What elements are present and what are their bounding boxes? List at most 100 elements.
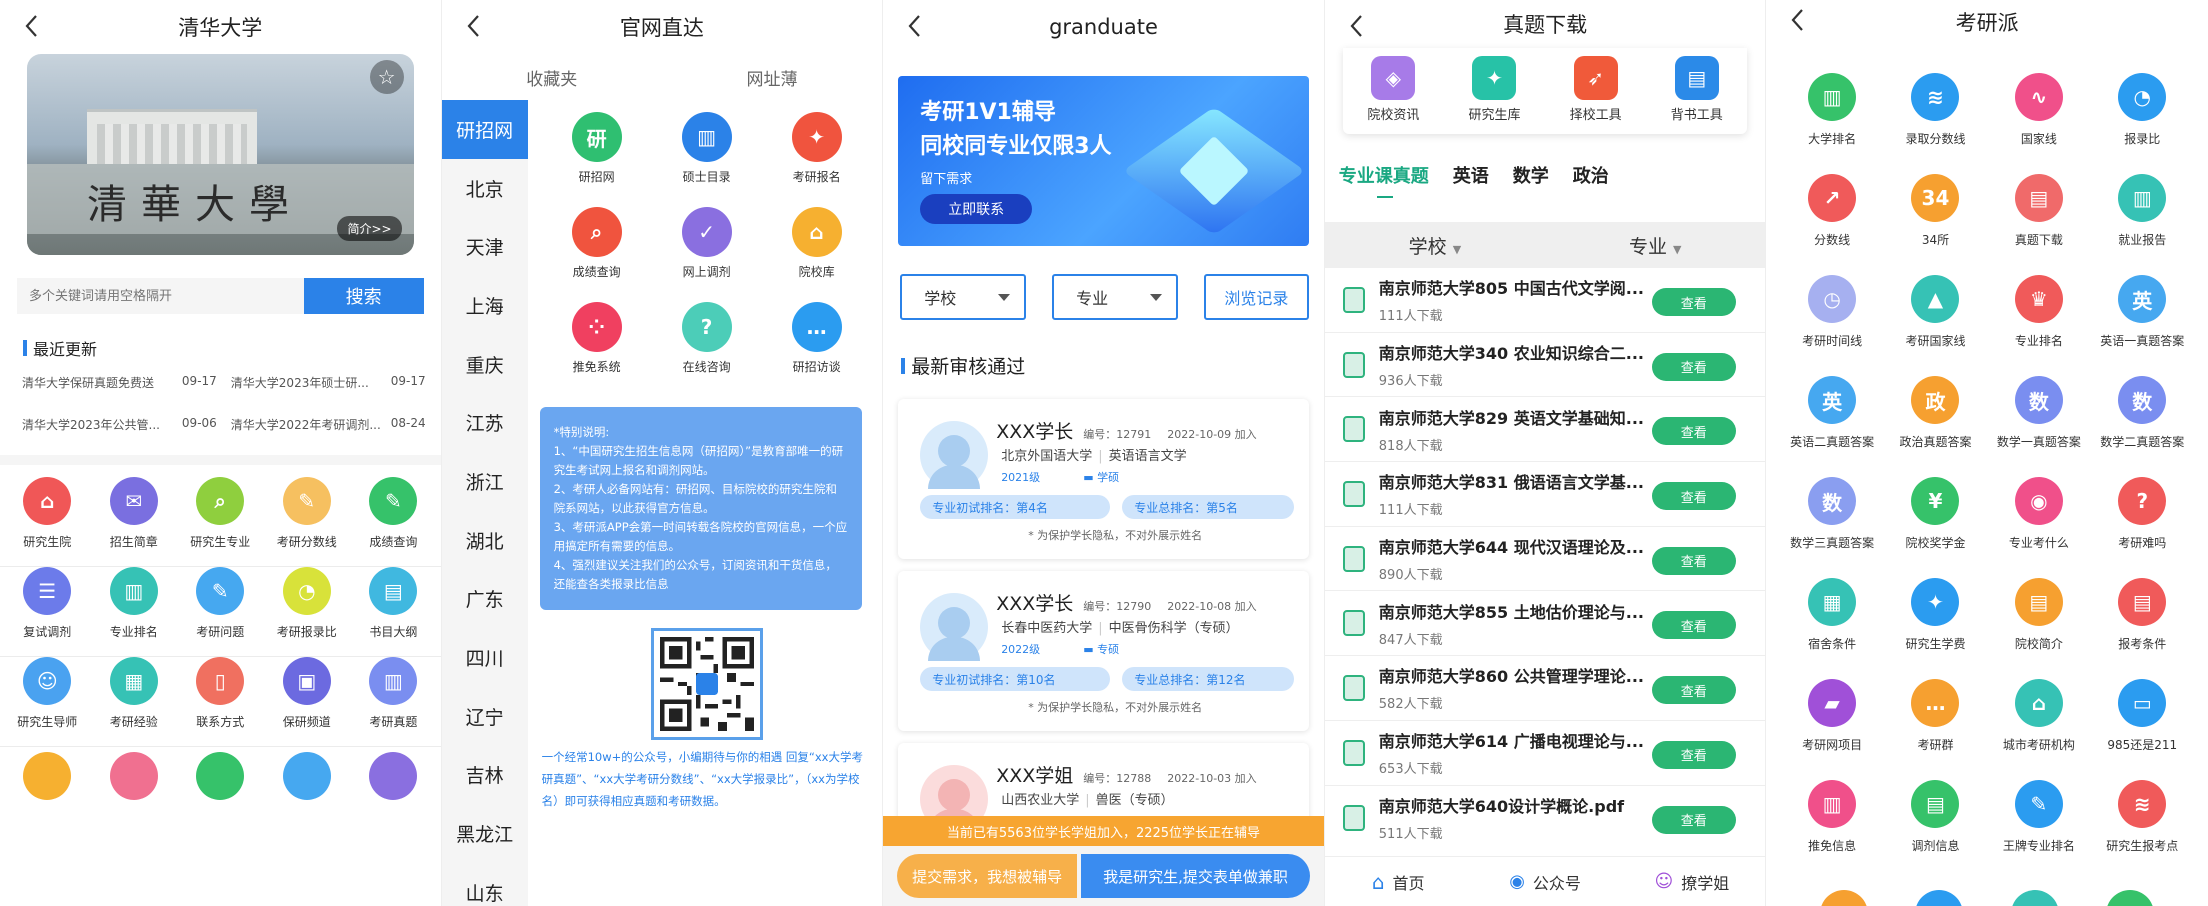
- partial-icon[interactable]: [2106, 890, 2155, 906]
- grid-item[interactable]: ▥ 专业排名: [91, 567, 178, 656]
- grid-item[interactable]: … 考研群: [1884, 679, 1987, 753]
- grid-item[interactable]: ? 在线咨询: [652, 302, 762, 375]
- back-icon[interactable]: [1786, 8, 1810, 32]
- grid-item[interactable]: [350, 752, 437, 808]
- grid-item[interactable]: ♛ 专业排名: [1987, 275, 2090, 349]
- file-row[interactable]: 南京师范大学829 英语文学基础知... 818人下载 查看: [1324, 397, 1766, 463]
- view-button[interactable]: 查看: [1651, 611, 1736, 640]
- grid-item[interactable]: ▲ 考研国家线: [1884, 275, 1987, 349]
- region-item[interactable]: 山东: [441, 862, 528, 906]
- grid-item[interactable]: ≋ 录取分数线: [1884, 73, 1987, 147]
- partial-icon[interactable]: [1915, 890, 1964, 906]
- region-item[interactable]: 黑龙江: [441, 804, 528, 863]
- file-row[interactable]: 南京师范大学644 现代汉语理论及... 890人下载 查看: [1324, 527, 1766, 592]
- grid-item[interactable]: [264, 752, 351, 808]
- contact-button[interactable]: 立即联系: [920, 194, 1033, 224]
- grid-item[interactable]: ⁘ 推免系统: [542, 302, 652, 375]
- grid-item[interactable]: ▤ 真题下载: [1987, 174, 2090, 248]
- news-item[interactable]: 清华大学2022年考研调剂... 08-24: [231, 416, 426, 433]
- tab-math[interactable]: 数学: [1513, 162, 1549, 188]
- mentor-card[interactable]: XXX学长 编号：12790 2022-10-08 加入 长春中医药大学 | 中医骨伤科学…: [898, 571, 1309, 731]
- grid-item[interactable]: ✓ 网上调剂: [652, 207, 762, 280]
- tab-favorites[interactable]: 收藏夹: [442, 65, 662, 90]
- tool-item[interactable]: ✦ 研究生库: [1468, 56, 1521, 134]
- region-item[interactable]: 浙江: [441, 452, 528, 511]
- news-item[interactable]: 清华大学2023年硕士研... 09-17: [231, 374, 426, 391]
- grad-parttime-button[interactable]: 我是研究生,提交表单做兼职: [1081, 854, 1310, 898]
- grid-item[interactable]: ▯ 联系方式: [177, 657, 264, 746]
- file-row[interactable]: 南京师范大学831 俄语语言文学基... 111人下载 查看: [1324, 462, 1766, 527]
- region-item[interactable]: 上海: [441, 276, 528, 335]
- grid-item[interactable]: 政政治真题答案: [1884, 376, 1987, 450]
- region-item[interactable]: 四川: [441, 628, 528, 687]
- promo-banner[interactable]: 考研1V1辅导 同校同专业仅限3人 留下需求 立即联系: [898, 76, 1309, 246]
- back-icon[interactable]: [903, 14, 927, 38]
- view-button[interactable]: 查看: [1651, 676, 1736, 705]
- grid-item[interactable]: ▥ 推免信息: [1780, 780, 1883, 854]
- view-button[interactable]: 查看: [1651, 546, 1736, 575]
- file-row[interactable]: 南京师范大学805 中国古代文学阅... 111人下载 查看: [1324, 268, 1766, 333]
- grid-item[interactable]: ✉ 招生简章: [91, 477, 178, 566]
- tool-item[interactable]: ◈ 院校资讯: [1367, 56, 1419, 134]
- grid-item[interactable]: ⌂ 城市考研机构: [1987, 679, 2090, 753]
- search-button[interactable]: 搜索: [303, 278, 424, 314]
- grid-item[interactable]: 数数学三真题答案: [1780, 477, 1883, 551]
- back-icon[interactable]: [462, 14, 486, 38]
- nav-senior[interactable]: ☺ 撩学姐: [1619, 870, 1766, 894]
- region-item[interactable]: 广东: [441, 569, 528, 629]
- grid-item[interactable]: ▤ 报考条件: [2091, 578, 2194, 652]
- grid-item[interactable]: ▥ 就业报告: [2091, 174, 2194, 248]
- grid-item[interactable]: ⌕ 成绩查询: [542, 207, 652, 280]
- tab-politics[interactable]: 政治: [1573, 162, 1609, 188]
- view-button[interactable]: 查看: [1651, 805, 1736, 834]
- partial-icon[interactable]: [2010, 890, 2059, 906]
- grid-item[interactable]: ¥ 院校奖学金: [1884, 477, 1987, 551]
- view-button[interactable]: 查看: [1651, 352, 1736, 381]
- region-item[interactable]: 天津: [441, 217, 528, 277]
- need-tutor-button[interactable]: 提交需求，我想被辅导: [897, 854, 1078, 898]
- partial-icon[interactable]: [1820, 890, 1869, 906]
- grid-item[interactable]: ? 考研难吗: [2091, 477, 2194, 551]
- file-row[interactable]: 南京师范大学614 广播电视理论与... 653人下载 查看: [1324, 721, 1766, 786]
- tab-english[interactable]: 英语: [1453, 162, 1489, 188]
- grid-item[interactable]: [91, 752, 178, 808]
- grid-item[interactable]: 英英语二真题答案: [1780, 376, 1883, 450]
- school-filter[interactable]: 学校 ▼: [1325, 232, 1545, 259]
- back-icon[interactable]: [1345, 14, 1369, 38]
- grid-item[interactable]: ▦ 宿舍条件: [1780, 578, 1883, 652]
- history-button[interactable]: 浏览记录: [1203, 274, 1309, 320]
- mentor-card[interactable]: XXX学长 编号：12791 2022-10-09 加入 北京外国语大学 | 英语语言文学…: [898, 399, 1309, 559]
- grid-item[interactable]: 研研招网: [542, 112, 652, 185]
- grid-item[interactable]: ✎ 考研分数线: [264, 477, 351, 566]
- region-item[interactable]: 吉林: [441, 745, 528, 805]
- nav-wechat[interactable]: ◉ 公众号: [1472, 870, 1619, 894]
- grid-item[interactable]: ⌂ 院校库: [762, 207, 872, 280]
- region-item[interactable]: 北京: [441, 158, 528, 218]
- grid-item[interactable]: ◷ 考研时间线: [1780, 275, 1883, 349]
- grid-item[interactable]: ▦ 考研经验: [91, 657, 178, 746]
- file-row[interactable]: 南京师范大学640设计学概论.pdf 511人下载 查看: [1325, 786, 1766, 851]
- intro-link[interactable]: 简介>>: [337, 216, 402, 241]
- grid-item[interactable]: ▥ 硕士目录: [652, 112, 762, 185]
- grid-item[interactable]: ✦ 研究生学费: [1884, 578, 1987, 652]
- region-item[interactable]: 研招网: [441, 100, 528, 159]
- tab-major-exam[interactable]: 专业课真题: [1339, 162, 1429, 188]
- view-button[interactable]: 查看: [1651, 417, 1736, 446]
- region-item[interactable]: 湖北: [441, 510, 528, 570]
- grid-item[interactable]: ▰ 考研网项目: [1780, 679, 1883, 753]
- back-icon[interactable]: [20, 14, 44, 38]
- grid-item[interactable]: ▥ 考研真题: [350, 657, 437, 746]
- tab-urls[interactable]: 网址薄: [662, 65, 882, 90]
- grid-item[interactable]: ✦ 考研报名: [762, 112, 872, 185]
- grid-item[interactable]: ↗ 分数线: [1780, 174, 1883, 248]
- grid-item[interactable]: [4, 752, 91, 808]
- search-input[interactable]: [17, 278, 304, 314]
- star-icon[interactable]: ☆: [369, 60, 404, 94]
- view-button[interactable]: 查看: [1651, 740, 1736, 769]
- grid-item[interactable]: ✎ 成绩查询: [350, 477, 437, 566]
- grid-item[interactable]: ✎ 考研问题: [177, 567, 264, 656]
- grid-item[interactable]: ⌂ 研究生院: [4, 477, 91, 566]
- tool-item[interactable]: ➶ 择校工具: [1570, 56, 1622, 134]
- grid-item[interactable]: ☰ 复试调剂: [4, 567, 91, 656]
- grid-item[interactable]: ▣ 保研频道: [264, 657, 351, 746]
